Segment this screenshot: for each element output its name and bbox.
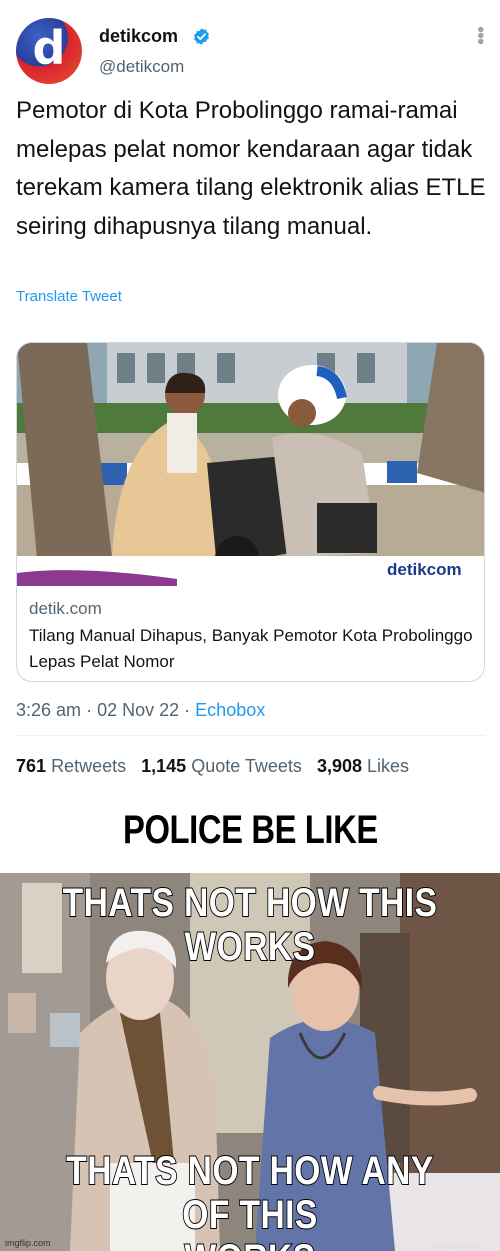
meme-image: THATS NOT HOW THIS WORKS THATS NOT HOW A… xyxy=(0,873,500,1251)
avatar-letter: d xyxy=(32,21,66,75)
tweet-text: Pemotor di Kota Probolinggo ramai-ramai … xyxy=(16,97,486,240)
retweets-stat[interactable]: 761 Retweets xyxy=(16,756,126,776)
author-handle[interactable]: @detikcom xyxy=(99,57,184,77)
photo-watermark: detikcom xyxy=(387,560,462,579)
meta-separator: · xyxy=(184,700,191,720)
meme-top-line-2: WORKS xyxy=(184,924,316,970)
meme-top-line-1: THATS NOT HOW THIS xyxy=(62,880,438,926)
verified-badge-icon xyxy=(194,28,209,45)
link-card[interactable]: detikcom detik.com Tilang Manual Dihapus… xyxy=(16,342,485,682)
likes-label: Likes xyxy=(367,756,410,776)
meme-bottom-line-2: WORKS xyxy=(40,1236,460,1251)
tweet-time[interactable]: 3:26 am xyxy=(16,700,81,720)
card-domain: detik.com xyxy=(29,599,102,618)
retweets-label: Retweets xyxy=(51,756,127,776)
quotes-stat[interactable]: 1,145 Quote Tweets xyxy=(141,756,302,776)
memegenerator-watermark: memegenerator xyxy=(430,1243,480,1250)
meme-caption: POLICE BE LIKE xyxy=(0,790,500,870)
caption-text: POLICE BE LIKE xyxy=(122,807,378,852)
article-photo: detikcom xyxy=(17,343,484,586)
translate-tweet-link[interactable]: Translate Tweet xyxy=(16,288,122,305)
meme-bottom-text: THATS NOT HOW ANY OF THIS WORKS xyxy=(40,1148,460,1251)
tweet-stats: 761 Retweets 1,145 Quote Tweets 3,908 Li… xyxy=(16,756,409,777)
quotes-count: 1,145 xyxy=(141,756,187,776)
likes-count: 3,908 xyxy=(316,756,362,776)
quotes-label: Quote Tweets xyxy=(191,756,302,776)
retweets-count: 761 xyxy=(16,756,47,776)
meta-separator: · xyxy=(86,700,93,720)
card-title: Tilang Manual Dihapus, Banyak Pemotor Ko… xyxy=(29,626,473,671)
tweet-date[interactable]: 02 Nov 22 xyxy=(97,700,179,720)
more-options-icon[interactable]: ••• xyxy=(468,26,491,44)
meme-bottom-line-1: THATS NOT HOW ANY OF THIS xyxy=(65,1148,434,1238)
tweet-meta: 3:26 am · 02 Nov 22 · Echobox xyxy=(16,700,265,721)
divider xyxy=(16,735,485,736)
likes-stat[interactable]: 3,908 Likes xyxy=(317,756,409,776)
imgflip-watermark: imgflip.com xyxy=(5,1238,51,1248)
meme-top-text: THATS NOT HOW THIS WORKS xyxy=(40,880,460,970)
author-avatar[interactable]: d xyxy=(16,18,82,84)
tweet-source[interactable]: Echobox xyxy=(195,700,265,720)
tweet-screenshot: d detikcom @detikcom ••• Pemotor di Kota… xyxy=(0,0,500,790)
author-name[interactable]: detikcom xyxy=(99,26,178,47)
